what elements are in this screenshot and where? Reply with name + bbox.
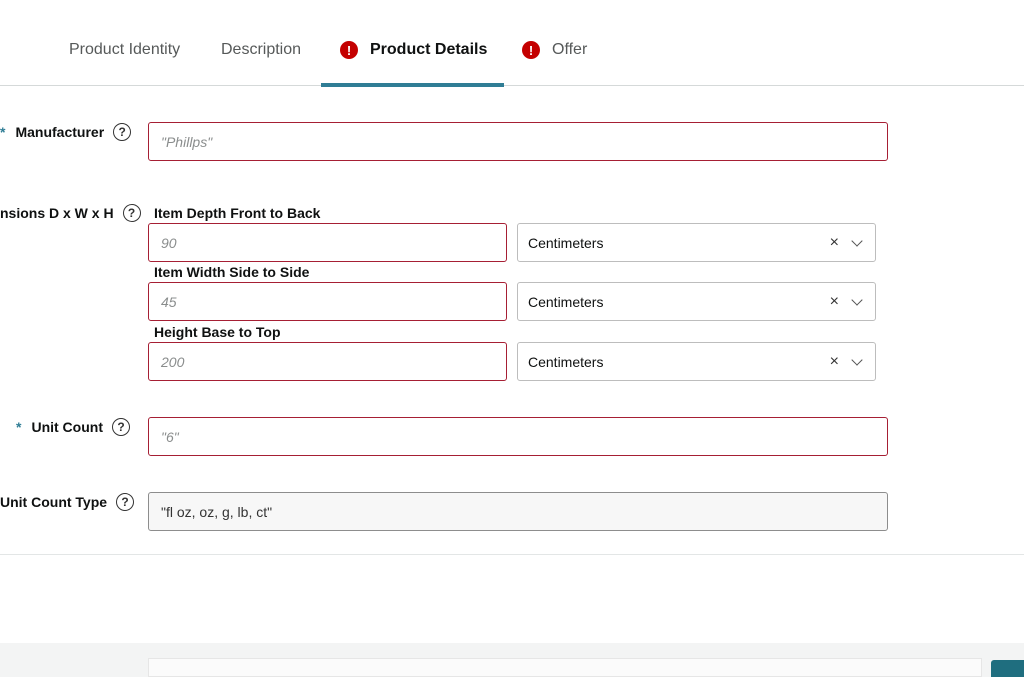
depth-unit-value: Centimeters bbox=[528, 234, 604, 251]
dimensions-label: nsions D x W x H bbox=[0, 205, 114, 221]
height-label: Height Base to Top bbox=[154, 324, 281, 340]
tab-offer[interactable]: ! Offer bbox=[522, 38, 587, 86]
tab-product-details[interactable]: ! Product Details bbox=[320, 38, 505, 87]
manufacturer-input[interactable]: "Phillps" bbox=[148, 122, 888, 161]
manufacturer-label-row: * Manufacturer ? bbox=[0, 123, 132, 141]
height-unit-select[interactable]: Centimeters × bbox=[517, 342, 876, 381]
error-icon: ! bbox=[522, 41, 540, 59]
tab-description[interactable]: Description bbox=[221, 38, 301, 86]
chevron-down-icon[interactable] bbox=[851, 353, 863, 366]
unit-count-placeholder: "6" bbox=[161, 428, 179, 445]
depth-unit-select[interactable]: Centimeters × bbox=[517, 223, 876, 262]
manufacturer-label: Manufacturer bbox=[15, 124, 105, 140]
clear-icon[interactable]: × bbox=[830, 234, 839, 252]
manufacturer-placeholder: "Phillps" bbox=[161, 133, 213, 150]
unit-count-label: Unit Count bbox=[31, 419, 103, 435]
height-input[interactable]: 200 bbox=[148, 342, 507, 381]
width-placeholder: 45 bbox=[161, 293, 177, 310]
help-icon[interactable]: ? bbox=[122, 204, 141, 222]
dimensions-label-row: nsions D x W x H ? bbox=[0, 204, 141, 222]
chevron-down-icon[interactable] bbox=[851, 234, 863, 247]
help-icon[interactable]: ? bbox=[116, 493, 135, 511]
corner-button[interactable] bbox=[991, 660, 1024, 677]
tab-label: Offer bbox=[552, 41, 588, 58]
product-details-page: Product Identity Description ! Product D… bbox=[0, 0, 1024, 677]
depth-placeholder: 90 bbox=[161, 234, 177, 251]
unit-count-type-label-row: Unit Count Type ? bbox=[0, 493, 135, 511]
width-label: Item Width Side to Side bbox=[154, 264, 310, 280]
chevron-down-icon[interactable] bbox=[851, 293, 863, 306]
depth-label: Item Depth Front to Back bbox=[154, 205, 321, 221]
height-unit-value: Centimeters bbox=[528, 353, 604, 370]
section-divider bbox=[0, 554, 1024, 555]
width-unit-select[interactable]: Centimeters × bbox=[517, 282, 876, 321]
bottom-panel bbox=[148, 658, 982, 677]
width-input[interactable]: 45 bbox=[148, 282, 507, 321]
help-icon[interactable]: ? bbox=[113, 123, 132, 141]
unit-count-label-row: * Unit Count ? bbox=[16, 418, 130, 436]
tab-product-identity[interactable]: Product Identity bbox=[69, 38, 180, 86]
unit-count-type-label: Unit Count Type bbox=[0, 494, 108, 510]
unit-count-input[interactable]: "6" bbox=[148, 417, 888, 456]
clear-icon[interactable]: × bbox=[830, 293, 839, 311]
tab-label: Product Identity bbox=[69, 41, 181, 58]
width-unit-value: Centimeters bbox=[528, 293, 604, 310]
error-icon: ! bbox=[340, 41, 358, 59]
height-placeholder: 200 bbox=[161, 353, 185, 370]
required-marker: * bbox=[16, 419, 22, 435]
tab-label: Description bbox=[221, 41, 302, 58]
depth-input[interactable]: 90 bbox=[148, 223, 507, 262]
tab-bar: Product Identity Description ! Product D… bbox=[0, 0, 1024, 87]
required-marker: * bbox=[0, 124, 6, 140]
clear-icon[interactable]: × bbox=[830, 353, 839, 371]
tab-label: Product Details bbox=[370, 41, 488, 58]
unit-count-type-value: "fl oz, oz, g, lb, ct" bbox=[161, 503, 273, 520]
bottom-bar bbox=[0, 643, 1024, 677]
unit-count-type-input[interactable]: "fl oz, oz, g, lb, ct" bbox=[148, 492, 888, 531]
help-icon[interactable]: ? bbox=[111, 418, 130, 436]
